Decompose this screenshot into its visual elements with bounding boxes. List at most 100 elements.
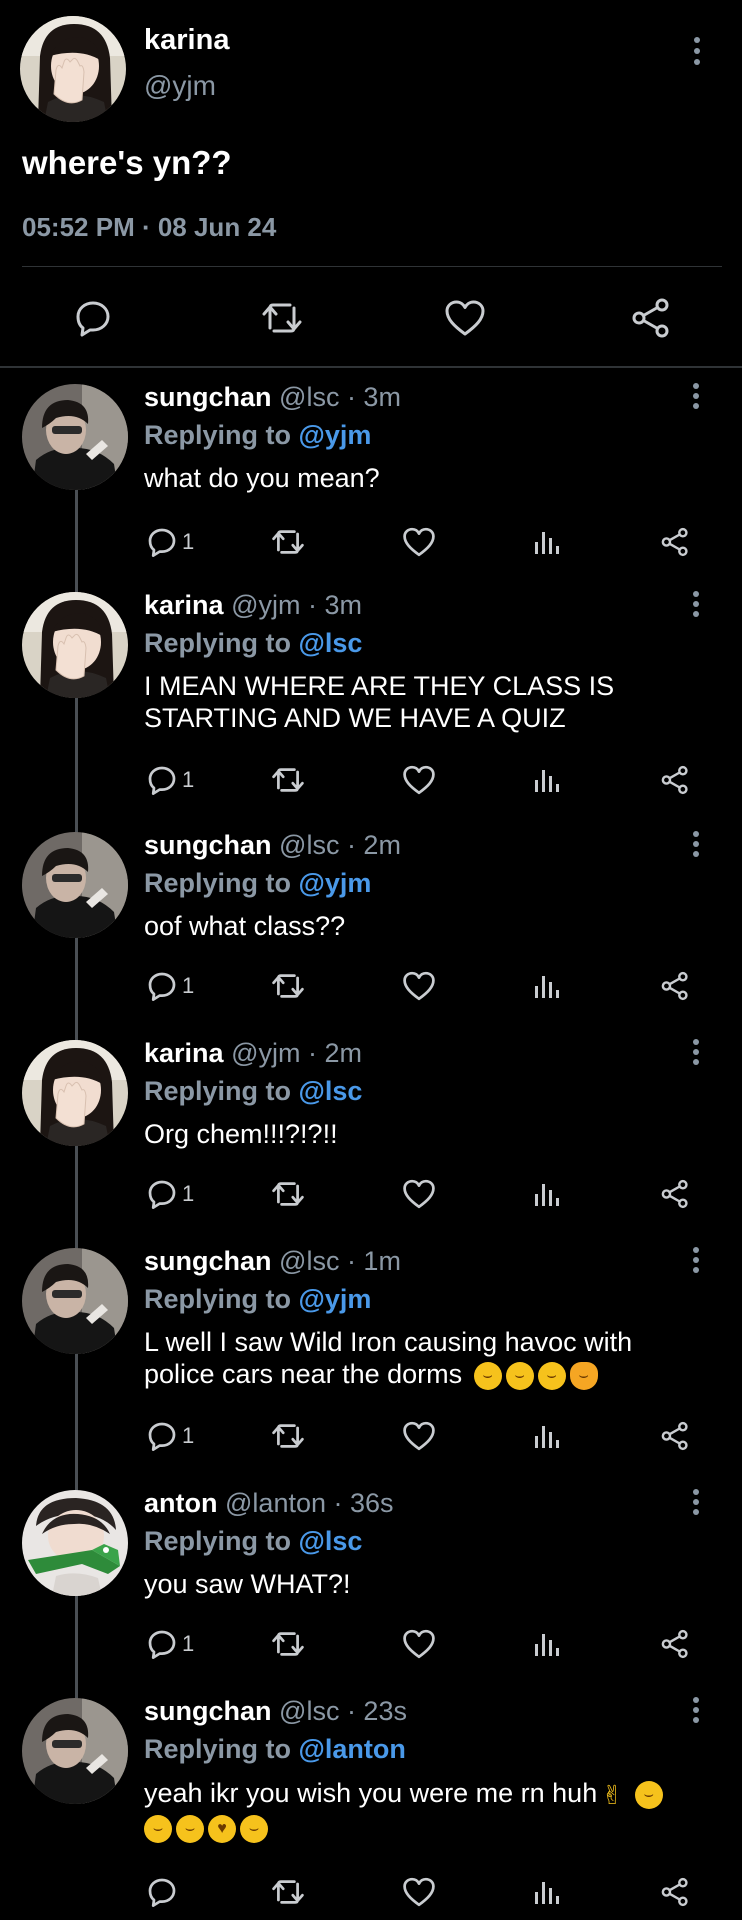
retweet-icon[interactable]: [270, 522, 306, 562]
analytics-icon[interactable]: [533, 760, 561, 800]
retweet-icon[interactable]: [270, 1624, 306, 1664]
author-handle[interactable]: @yjm: [144, 70, 216, 102]
share-icon[interactable]: [660, 522, 690, 562]
avatar-sungchan[interactable]: [22, 384, 128, 490]
reply-tweet[interactable]: sungchan @lsc · 1m Replying to @yjm L we…: [0, 1246, 742, 1456]
share-icon[interactable]: [660, 966, 690, 1006]
avatar-karina[interactable]: [22, 592, 128, 698]
replying-to: Replying to @yjm: [144, 868, 371, 899]
reply-author-name[interactable]: sungchan: [144, 830, 272, 860]
more-options-icon[interactable]: [690, 36, 704, 66]
retweet-icon[interactable]: [258, 294, 306, 342]
avatar-sungchan[interactable]: [22, 1698, 128, 1804]
avatar-anton[interactable]: [22, 1490, 128, 1596]
reply-handle-time: @lsc · 23s: [279, 1696, 407, 1726]
reply-icon[interactable]: [69, 294, 117, 342]
reply-author-name[interactable]: sungchan: [144, 382, 272, 412]
replying-to-link[interactable]: @lsc: [299, 1076, 363, 1106]
more-options-icon[interactable]: [690, 382, 702, 410]
like-icon[interactable]: [402, 966, 436, 1006]
reply-author-name[interactable]: anton: [144, 1488, 218, 1518]
share-icon[interactable]: [660, 1416, 690, 1456]
main-action-bar: [0, 294, 742, 342]
analytics-icon[interactable]: [533, 1174, 561, 1214]
rolling-laughing-emoji-icon: ⌣: [505, 1361, 534, 1390]
reply-button[interactable]: 1: [146, 1174, 194, 1214]
analytics-icon[interactable]: [533, 966, 561, 1006]
reply-text-block: L well I saw Wild Iron causing havoc wit…: [144, 1326, 674, 1390]
reply-action-bar: 1: [0, 760, 742, 800]
analytics-icon[interactable]: [533, 1872, 561, 1912]
reply-text: what do you mean?: [144, 463, 380, 493]
analytics-icon[interactable]: [533, 1624, 561, 1664]
analytics-icon[interactable]: [533, 1416, 561, 1456]
reply-action-bar: 1: [0, 966, 742, 1006]
retweet-icon[interactable]: [270, 966, 306, 1006]
reply-text: Org chem!!!?!?!!: [144, 1119, 338, 1149]
reply-button[interactable]: [146, 1872, 182, 1912]
reply-handle-time: @lsc · 1m: [279, 1246, 401, 1276]
replying-to-link[interactable]: @lsc: [299, 1526, 363, 1556]
replying-to-link[interactable]: @yjm: [299, 868, 372, 898]
reply-tweet[interactable]: anton @lanton · 36s Replying to @lsc you…: [0, 1488, 742, 1668]
replying-to-link[interactable]: @lsc: [299, 628, 363, 658]
share-icon[interactable]: [627, 294, 675, 342]
like-icon[interactable]: [402, 522, 436, 562]
like-icon[interactable]: [402, 1872, 436, 1912]
avatar-sungchan[interactable]: [22, 832, 128, 938]
more-options-icon[interactable]: [690, 1246, 702, 1274]
cat-laughing-emoji-icon: ⌣: [569, 1361, 598, 1390]
replying-to-link[interactable]: @yjm: [299, 420, 372, 450]
like-icon[interactable]: [402, 760, 436, 800]
reply-meta: karina @yjm · 3m: [144, 590, 362, 621]
share-icon[interactable]: [660, 760, 690, 800]
like-icon[interactable]: [402, 1624, 436, 1664]
more-options-icon[interactable]: [690, 1488, 702, 1516]
reply-button[interactable]: 1: [146, 966, 194, 1006]
share-icon[interactable]: [660, 1624, 690, 1664]
replying-to: Replying to @lsc: [144, 1526, 362, 1557]
avatar-karina[interactable]: [20, 16, 126, 122]
retweet-icon[interactable]: [270, 1872, 306, 1912]
share-icon[interactable]: [660, 1872, 690, 1912]
reply-tweet[interactable]: karina @yjm · 2m Replying to @lsc Org ch…: [0, 1038, 742, 1218]
reply-tweet[interactable]: sungchan @lsc · 2m Replying to @yjm oof …: [0, 830, 742, 1010]
reply-author-name[interactable]: sungchan: [144, 1696, 272, 1726]
reply-button[interactable]: 1: [146, 1416, 194, 1456]
reply-tweet[interactable]: sungchan @lsc · 23s Replying to @lanton …: [0, 1696, 742, 1920]
reply-action-bar: 1: [0, 1624, 742, 1664]
more-options-icon[interactable]: [690, 830, 702, 858]
replying-to-link[interactable]: @lanton: [299, 1734, 406, 1764]
reply-tweet[interactable]: karina @yjm · 3m Replying to @lsc I MEAN…: [0, 590, 742, 800]
divider: [22, 266, 722, 267]
more-options-icon[interactable]: [690, 590, 702, 618]
reply-count: 1: [182, 1423, 195, 1448]
reply-author-name[interactable]: karina: [144, 1038, 224, 1068]
reply-button[interactable]: 1: [146, 760, 194, 800]
replying-to-link[interactable]: @yjm: [299, 1284, 372, 1314]
smirking-emoji-icon: ⌣: [634, 1780, 663, 1809]
analytics-icon[interactable]: [533, 522, 561, 562]
reply-button[interactable]: 1: [146, 1624, 194, 1664]
reply-text: you saw WHAT?!: [144, 1569, 351, 1599]
like-icon[interactable]: [402, 1174, 436, 1214]
reply-author-name[interactable]: sungchan: [144, 1246, 272, 1276]
reply-text: yeah ikr you wish you were me rn huh: [144, 1778, 598, 1808]
reply-author-name[interactable]: karina: [144, 590, 224, 620]
post-timestamp: 05:52 PM · 08 Jun 24: [22, 212, 277, 242]
avatar-karina[interactable]: [22, 1040, 128, 1146]
author-name[interactable]: karina: [144, 24, 229, 57]
like-icon[interactable]: [441, 294, 489, 342]
divider: [0, 366, 742, 368]
avatar-sungchan[interactable]: [22, 1248, 128, 1354]
more-options-icon[interactable]: [690, 1696, 702, 1724]
reply-button[interactable]: 1: [146, 522, 194, 562]
retweet-icon[interactable]: [270, 760, 306, 800]
retweet-icon[interactable]: [270, 1174, 306, 1214]
reply-handle-time: @lsc · 3m: [279, 382, 401, 412]
reply-tweet[interactable]: sungchan @lsc · 3m Replying to @yjm what…: [0, 382, 742, 562]
more-options-icon[interactable]: [690, 1038, 702, 1066]
like-icon[interactable]: [402, 1416, 436, 1456]
retweet-icon[interactable]: [270, 1416, 306, 1456]
share-icon[interactable]: [660, 1174, 690, 1214]
